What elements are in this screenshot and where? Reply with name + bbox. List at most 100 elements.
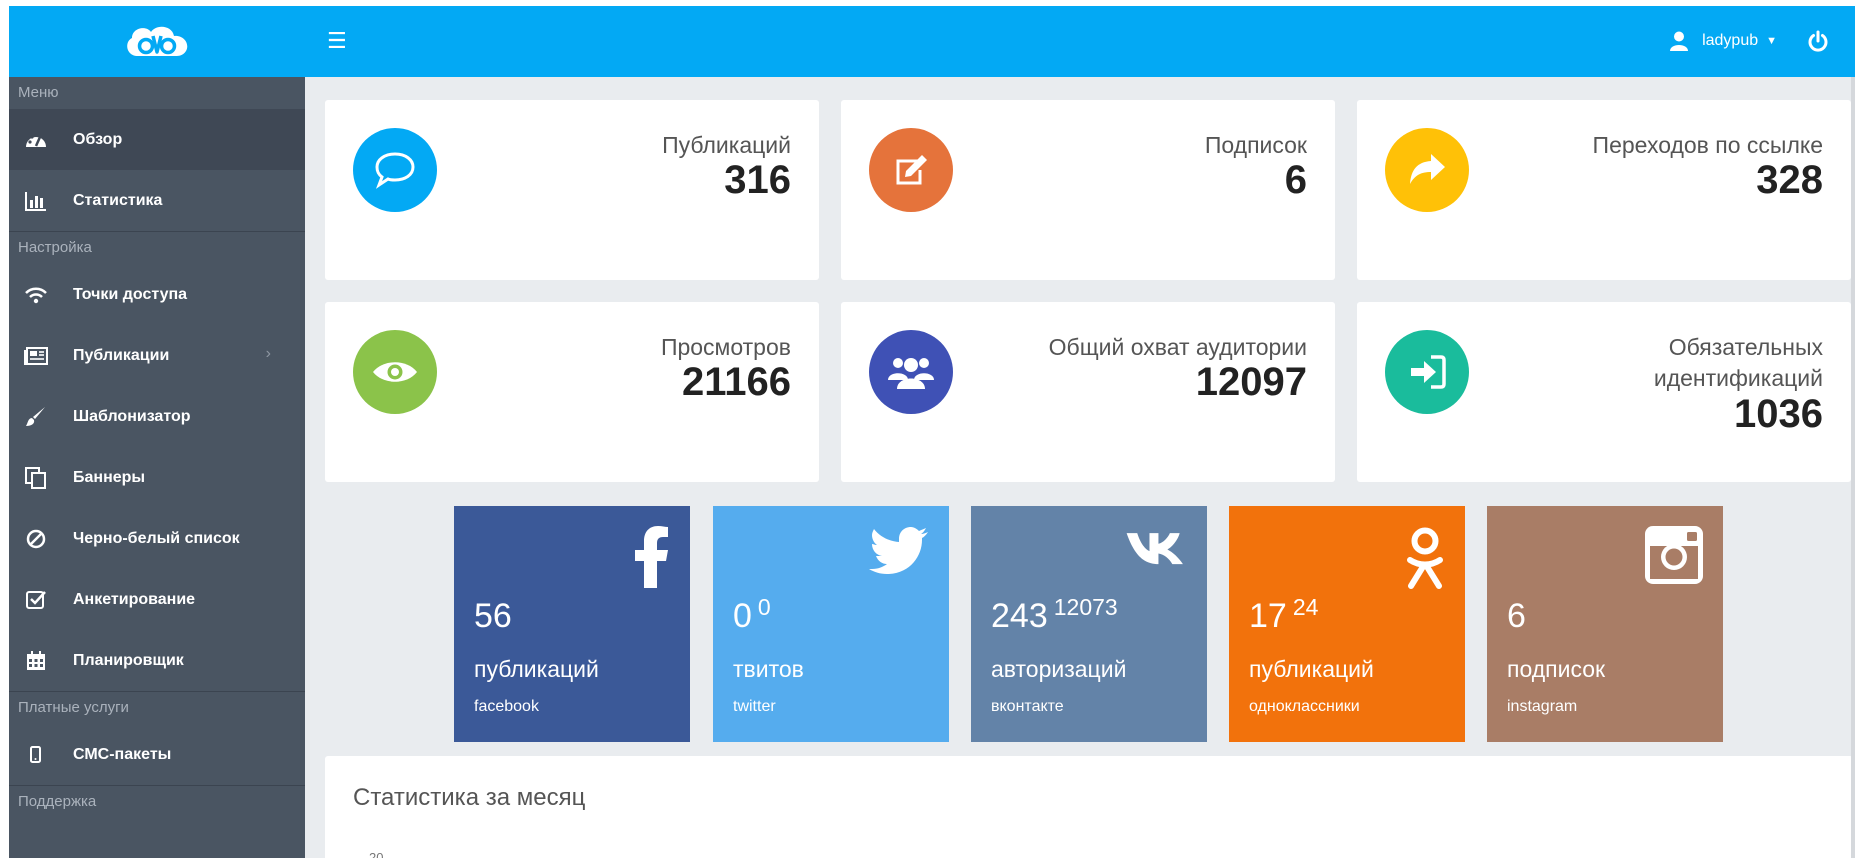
username: ladypub <box>1702 32 1759 49</box>
social-tile-odnoklassniki[interactable]: 17 24 публикаций одноклассники <box>1229 506 1465 742</box>
facebook-icon <box>608 526 670 588</box>
tile-network-name: одноклассники <box>1249 698 1360 715</box>
vk-icon <box>1125 526 1187 588</box>
sidebar-section-title: Платные услуги <box>18 699 129 716</box>
tile-label: публикаций <box>1249 656 1374 682</box>
sidebar-item-label: Публикации <box>73 346 170 364</box>
sidebar-section-title: Поддержка <box>18 793 97 810</box>
sidebar-item-surveys[interactable]: Анкетирование <box>9 569 305 630</box>
bar-chart-icon <box>23 188 49 214</box>
sign-in-icon <box>1385 330 1469 414</box>
social-tile-twitter[interactable]: 00 твитов twitter <box>713 506 949 742</box>
user-menu[interactable]: ladypub ▼ <box>1670 26 1777 56</box>
tile-count: 56 <box>474 597 512 635</box>
sidebar-item-overview[interactable]: Обзор <box>9 109 305 170</box>
stat-label: Общий охват аудитории <box>1048 334 1307 360</box>
brush-icon <box>23 404 49 430</box>
dashboard-icon <box>23 127 49 153</box>
stat-value: 21166 <box>681 360 791 404</box>
sidebar-item-sms-packages[interactable]: СМС-пакеты <box>9 724 305 785</box>
stat-value: 1036 <box>1734 392 1823 436</box>
stat-label: Публикаций <box>662 132 791 158</box>
stat-value: 12097 <box>1195 360 1307 404</box>
stat-card-mandatory-identifications: Обязательных идентификаций 1036 <box>1357 302 1851 482</box>
stat-value: 328 <box>1756 158 1823 202</box>
mobile-icon <box>23 742 49 768</box>
tile-label: публикаций <box>474 656 599 682</box>
stat-card-publications: Публикаций 316 <box>325 100 819 280</box>
sidebar-item-blacklist[interactable]: Черно-белый список <box>9 508 305 569</box>
sidebar-item-label: Анкетирование <box>73 590 196 608</box>
sidebar-item-publications[interactable]: Публикации › <box>9 325 305 386</box>
stat-label: Переходов по ссылке <box>1592 132 1823 158</box>
wifi-icon <box>23 282 49 308</box>
stat-card-audience-reach: Общий охват аудитории 12097 <box>841 302 1335 482</box>
calendar-icon <box>23 648 49 674</box>
stat-value: 316 <box>724 158 791 202</box>
tile-label: авторизаций <box>991 656 1127 682</box>
tile-count: 6 <box>1507 597 1526 635</box>
top-navbar: ☰ ladypub ▼ <box>9 6 1855 77</box>
checkbox-icon <box>23 587 49 613</box>
chevron-right-icon: › <box>265 345 271 362</box>
newspaper-icon <box>23 343 49 369</box>
stat-value: 6 <box>1284 158 1307 202</box>
ban-icon <box>23 526 49 552</box>
stat-label: Просмотров <box>660 334 791 360</box>
power-icon[interactable] <box>1805 28 1831 54</box>
sidebar-item-scheduler[interactable]: Планировщик <box>9 630 305 691</box>
copy-icon <box>23 465 49 491</box>
odnoklassniki-icon <box>1383 526 1445 589</box>
twitter-icon <box>867 526 929 588</box>
tile-count: 243 12073 <box>991 594 1118 635</box>
tile-network-name: вконтакте <box>991 698 1064 715</box>
edit-icon <box>869 128 953 212</box>
sidebar-item-label: Обзор <box>73 130 123 148</box>
sidebar-item-label: Черно-белый список <box>73 529 240 547</box>
sidebar-item-access-points[interactable]: Точки доступа <box>9 264 305 325</box>
tile-label: твитов <box>733 656 804 682</box>
sidebar-item-label: СМС-пакеты <box>73 745 172 763</box>
tile-network-name: instagram <box>1507 698 1578 715</box>
sidebar-item-statistics[interactable]: Статистика <box>9 170 305 231</box>
tile-count: 17 24 <box>1249 594 1319 635</box>
monthly-statistics-panel: Статистика за месяц 20 <box>325 756 1853 858</box>
sidebar-section-title: Меню <box>18 84 59 101</box>
social-tile-instagram[interactable]: 6 подписок instagram <box>1487 506 1723 742</box>
cloud-logo-icon <box>127 26 188 56</box>
tile-count: 00 <box>733 594 771 635</box>
hamburger-menu-icon[interactable]: ☰ <box>327 30 349 52</box>
tile-label: подписок <box>1507 656 1606 682</box>
stat-card-link-clicks: Переходов по ссылке 328 <box>1357 100 1851 280</box>
social-tile-vkontakte[interactable]: 243 12073 авторизаций вконтакте <box>971 506 1207 742</box>
sidebar: Меню Обзор Статистика Настройка Точки до… <box>9 77 305 858</box>
sidebar-item-label: Точки доступа <box>73 285 188 303</box>
sidebar-item-label: Статистика <box>73 191 163 209</box>
instagram-icon <box>1641 526 1703 588</box>
stat-card-subscriptions: Подписок 6 <box>841 100 1335 280</box>
sidebar-section-title: Настройка <box>18 239 92 256</box>
stat-card-views: Просмотров 21166 <box>325 302 819 482</box>
comment-icon <box>353 128 437 212</box>
tile-network-name: facebook <box>474 698 539 715</box>
share-icon <box>1385 128 1469 212</box>
social-tile-facebook[interactable]: 56 публикаций facebook <box>454 506 690 742</box>
stat-label: Обязательных идентификаций <box>1653 334 1823 391</box>
sidebar-item-templater[interactable]: Шаблонизатор <box>9 386 305 447</box>
tile-extra-count: 24 <box>1292 594 1319 620</box>
tile-network-name: twitter <box>733 698 776 715</box>
chart-y-tick: 20 <box>369 850 384 858</box>
sidebar-item-label: Планировщик <box>73 651 184 669</box>
tile-extra-count: 12073 <box>1053 594 1118 620</box>
sidebar-item-banners[interactable]: Баннеры <box>9 447 305 508</box>
caret-down-icon: ▼ <box>1766 35 1777 47</box>
tile-extra-count: 0 <box>757 594 771 620</box>
app-frame: ☰ ladypub ▼ Меню Обзор Статистика Настро… <box>9 6 1855 858</box>
sidebar-item-label: Баннеры <box>73 468 146 486</box>
eye-icon <box>353 330 437 414</box>
sidebar-item-label: Шаблонизатор <box>73 407 191 425</box>
stat-label: Подписок <box>1204 132 1307 158</box>
logo[interactable] <box>9 6 305 77</box>
scrollbar[interactable] <box>1851 77 1855 858</box>
user-icon <box>1670 31 1689 51</box>
